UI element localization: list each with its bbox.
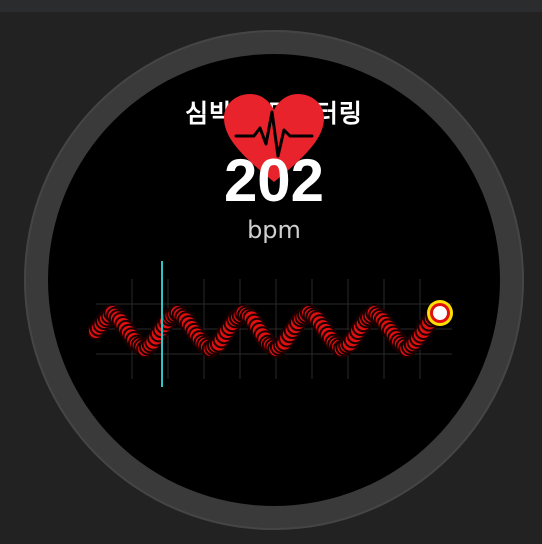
top-bar xyxy=(0,0,542,12)
live-marker-dot xyxy=(433,306,447,320)
bpm-unit: bpm xyxy=(247,216,301,244)
heart-rate-chart xyxy=(88,261,453,387)
watch-face: 심박수 모니터링 202 bpm xyxy=(48,54,500,506)
bpm-value: 202 xyxy=(223,147,325,214)
